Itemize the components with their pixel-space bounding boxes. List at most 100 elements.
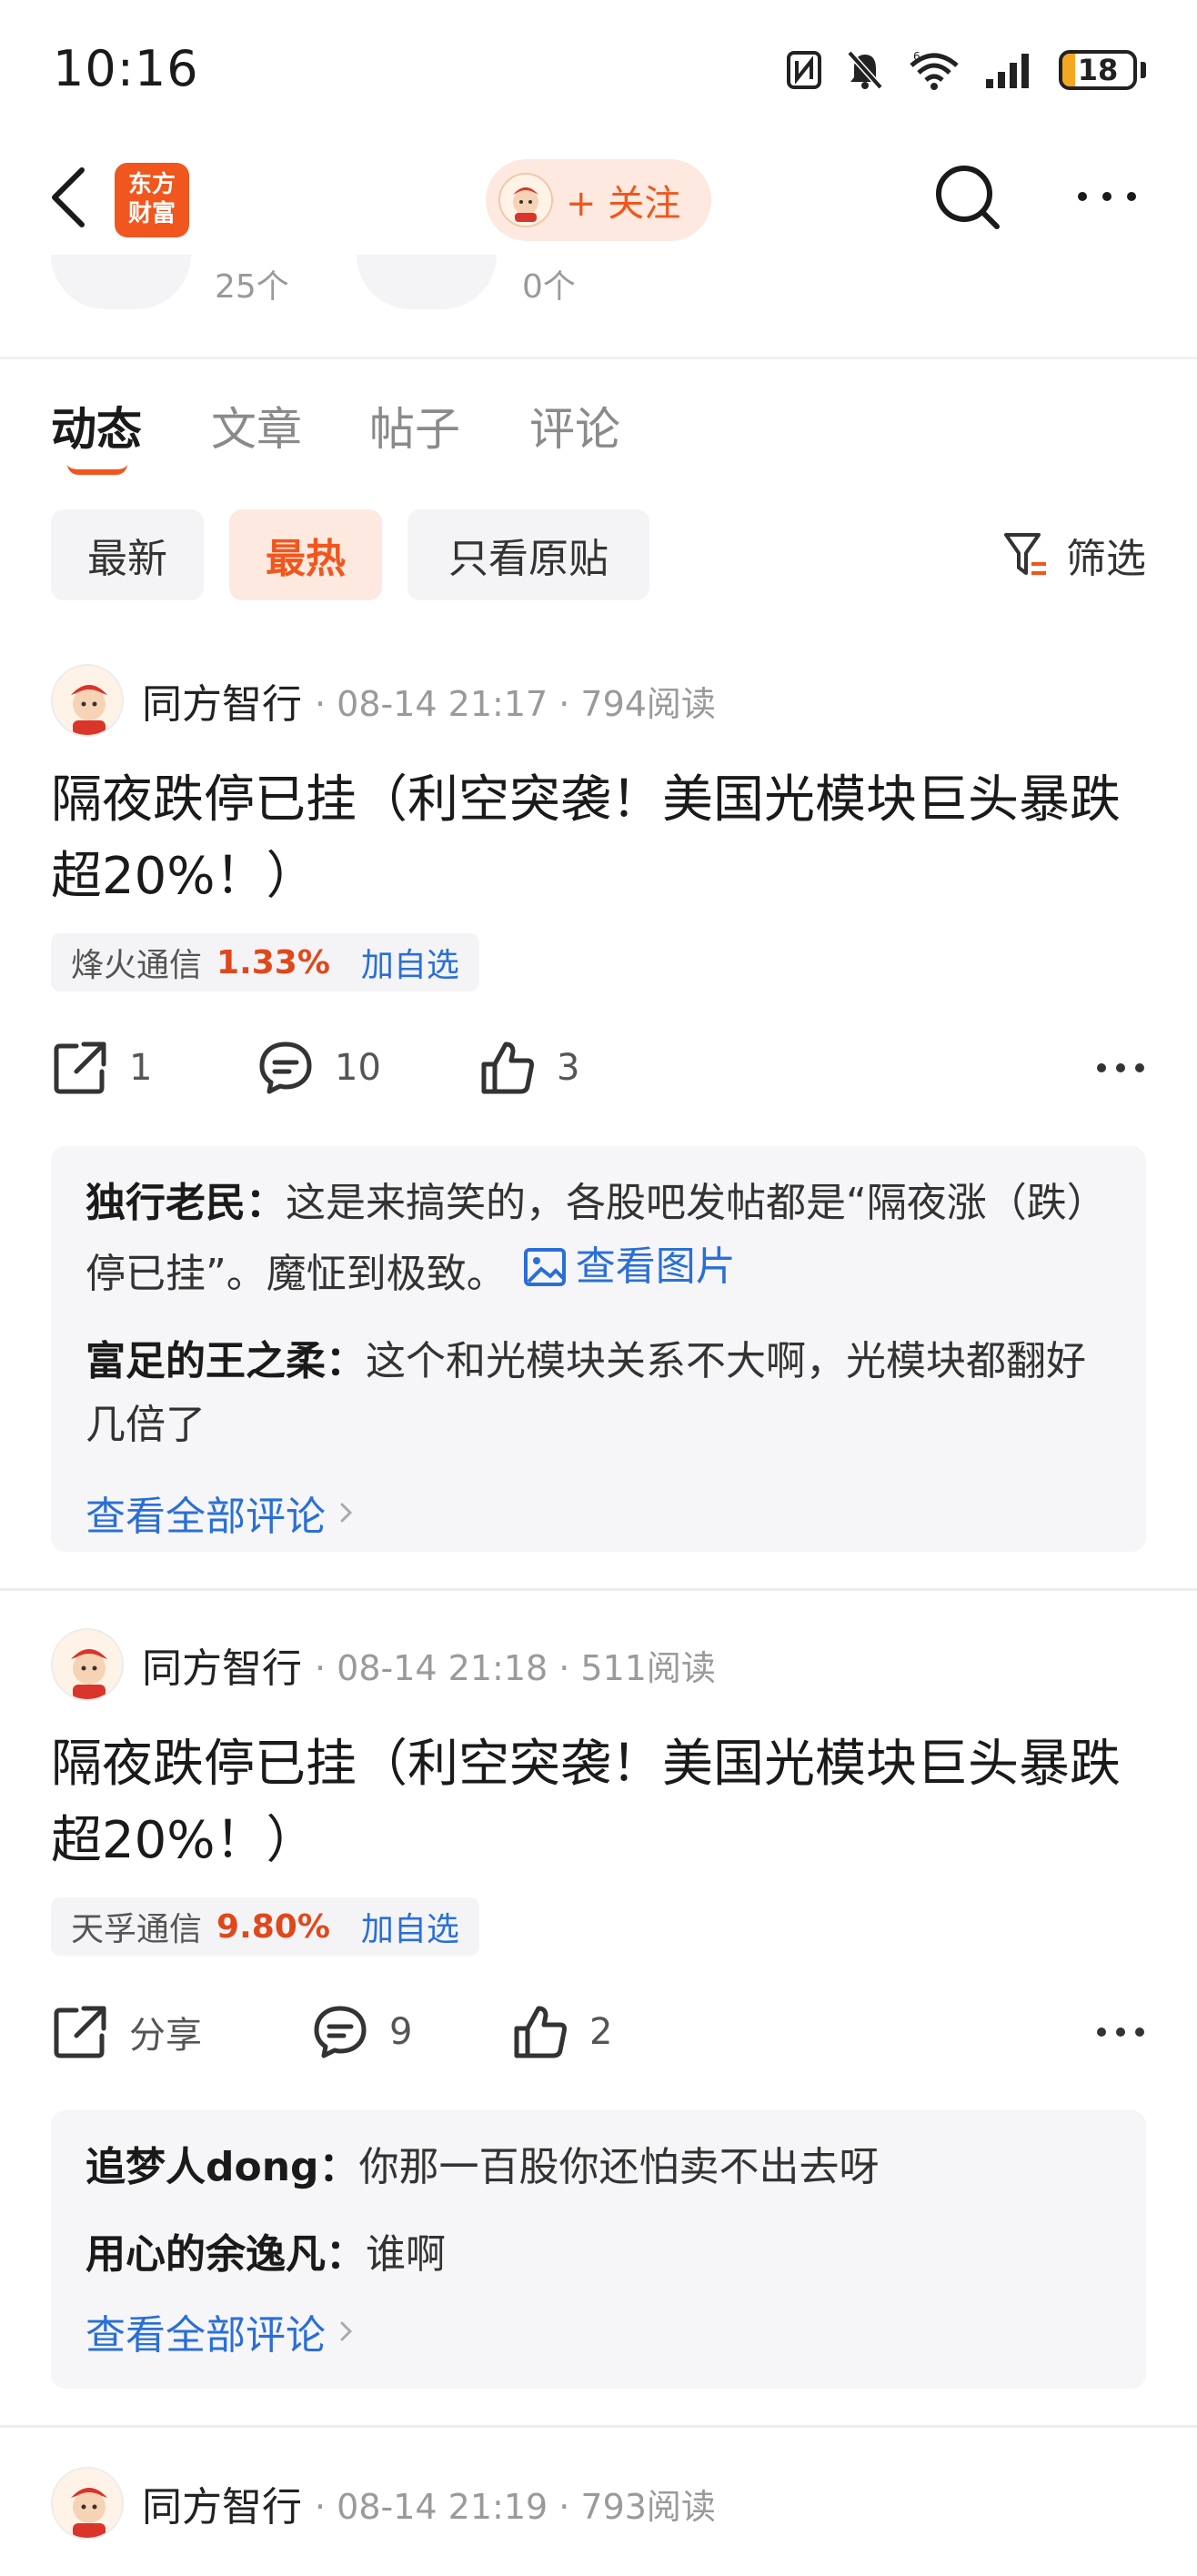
status-icons: 6 18 bbox=[786, 47, 1146, 93]
view-all-comments-link[interactable]: 查看全部评论 bbox=[86, 1481, 1112, 1545]
author-row: 同方智行 · 08-14 21:17 · 794阅读 bbox=[51, 664, 716, 737]
filter-funnel-icon bbox=[1004, 533, 1046, 575]
author-row: 同方智行 · 08-14 21:18 · 511阅读 bbox=[51, 1628, 716, 1701]
chip-hottest[interactable]: 最热 bbox=[229, 509, 382, 600]
search-icon bbox=[936, 166, 1000, 229]
tab-articles[interactable]: 文章 bbox=[211, 393, 302, 458]
add-watchlist-button[interactable]: 加自选 bbox=[361, 939, 459, 986]
post-divider bbox=[0, 1588, 1197, 1591]
follow-button[interactable]: + 关注 bbox=[486, 159, 711, 241]
tab-posts[interactable]: 帖子 bbox=[369, 393, 460, 458]
chevron-right-icon bbox=[340, 1503, 353, 1523]
post-actions: 1 10 3 bbox=[51, 1031, 1146, 1104]
share-label: 分享 bbox=[129, 2015, 202, 2057]
post-title[interactable]: 隔夜跌停已挂（利空突袭！美国光模块巨头暴跌超20%！） bbox=[51, 1726, 1152, 1879]
comment-user[interactable]: 独行老民： bbox=[86, 1180, 286, 1226]
comment-button[interactable]: 10 bbox=[256, 1031, 381, 1104]
tab-comments[interactable]: 评论 bbox=[529, 393, 620, 458]
logo-line1: 东方 bbox=[127, 171, 176, 198]
caishen-avatar-icon bbox=[71, 1649, 107, 1699]
thumbs-up-icon bbox=[514, 2006, 567, 2058]
author-row: 同方智行 · 08-14 21:19 · 793阅读 bbox=[51, 2467, 716, 2540]
post-meta: · 08-14 21:17 · 794阅读 bbox=[315, 683, 716, 724]
comment-user[interactable]: 追梦人dong： bbox=[86, 2144, 359, 2190]
share-button[interactable]: 1 bbox=[51, 1031, 152, 1104]
comment-item[interactable]: 独行老民：这是来搞笑的，各股吧发帖都是“隔夜涨（跌）停已挂”。魔怔到极致。 查看图… bbox=[86, 1172, 1112, 1306]
status-bar: 10:16 6 18 bbox=[0, 0, 1197, 136]
add-watchlist-button[interactable]: 加自选 bbox=[361, 1903, 459, 1950]
author-name[interactable]: 同方智行 bbox=[142, 1635, 302, 1694]
stock-change: 1.33% bbox=[216, 943, 330, 981]
nfc-icon bbox=[787, 51, 821, 89]
stock-tag[interactable]: 天孚通信 9.80% 加自选 bbox=[51, 1897, 479, 1956]
filter-button[interactable]: 筛选 bbox=[1002, 522, 1146, 588]
share-button[interactable]: 分享 bbox=[51, 1996, 202, 2068]
battery-level: 18 bbox=[1077, 53, 1119, 87]
profile-avatar-icon bbox=[498, 173, 553, 227]
follow-label: + 关注 bbox=[566, 183, 681, 225]
comment-count: 10 bbox=[335, 1047, 381, 1089]
stock-tag[interactable]: 烽火通信 1.33% 加自选 bbox=[51, 933, 479, 991]
search-button[interactable] bbox=[931, 161, 1004, 234]
comment-button[interactable]: 9 bbox=[311, 1996, 412, 2068]
profile-stats-row: 25个 0个 bbox=[0, 255, 1197, 355]
tab-dynamic[interactable]: 动态 bbox=[51, 393, 142, 458]
comment-count: 9 bbox=[389, 2011, 413, 2053]
post-more-icon[interactable] bbox=[1095, 1055, 1146, 1081]
more-button[interactable] bbox=[1073, 183, 1141, 210]
view-image-link[interactable]: 查看图片 bbox=[523, 1235, 736, 1299]
view-all-label: 查看全部评论 bbox=[86, 1494, 326, 1540]
view-image-label: 查看图片 bbox=[575, 1243, 736, 1290]
post-card[interactable]: 同方智行 · 08-14 21:18 · 511阅读 隔夜跌停已挂（利空突袭！美… bbox=[0, 1628, 1197, 2410]
comments-preview: 独行老民：这是来搞笑的，各股吧发帖都是“隔夜涨（跌）停已挂”。魔怔到极致。 查看图… bbox=[51, 1146, 1146, 1552]
stat-count-left: 25个 bbox=[215, 268, 289, 306]
stat-pill-left[interactable] bbox=[51, 255, 191, 309]
comment-icon bbox=[259, 1041, 312, 1094]
comments-preview: 追梦人dong：你那一百股你还怕卖不出去呀 用心的余逸凡：谁啊 查看全部评论 bbox=[51, 2110, 1146, 2389]
post-more-icon[interactable] bbox=[1095, 2019, 1146, 2045]
author-avatar[interactable] bbox=[51, 2467, 124, 2540]
filter-row: 最新 最热 只看原贴 筛选 bbox=[0, 509, 1197, 600]
author-name[interactable]: 同方智行 bbox=[142, 671, 302, 730]
image-icon bbox=[523, 1248, 566, 1286]
chip-original-only[interactable]: 只看原贴 bbox=[407, 509, 649, 600]
back-button[interactable] bbox=[44, 161, 98, 234]
app-logo: 东方 财富 bbox=[115, 163, 189, 237]
author-avatar[interactable] bbox=[51, 664, 124, 737]
more-dots-icon bbox=[1078, 192, 1136, 201]
like-button[interactable]: 2 bbox=[511, 1996, 612, 2068]
comment-item[interactable]: 用心的余逸凡：谁啊 bbox=[86, 2223, 1112, 2287]
active-tab-indicator bbox=[67, 464, 127, 475]
filter-label: 筛选 bbox=[1066, 536, 1146, 582]
caishen-avatar-icon bbox=[71, 685, 107, 735]
thumbs-up-icon bbox=[481, 1041, 534, 1094]
divider bbox=[0, 357, 1197, 359]
svg-text:6: 6 bbox=[913, 50, 920, 63]
comment-user[interactable]: 富足的王之柔： bbox=[86, 1338, 366, 1384]
status-time: 10:16 bbox=[53, 40, 199, 97]
post-title[interactable]: 隔夜跌停已挂（利空突袭！美国光模块巨头暴跌超20%！） bbox=[51, 762, 1152, 915]
logo-line2: 财富 bbox=[127, 200, 176, 227]
mute-bell-icon bbox=[847, 50, 883, 90]
comment-user[interactable]: 用心的余逸凡： bbox=[86, 2231, 366, 2278]
comment-icon bbox=[314, 2006, 367, 2058]
post-card[interactable]: 同方智行 · 08-14 21:17 · 794阅读 隔夜跌停已挂（利空突袭！美… bbox=[0, 664, 1197, 1574]
like-button[interactable]: 3 bbox=[478, 1031, 579, 1104]
post-card[interactable]: 同方智行 · 08-14 21:19 · 793阅读 bbox=[0, 2467, 1197, 2558]
share-icon bbox=[54, 2006, 106, 2058]
comment-item[interactable]: 追梦人dong：你那一百股你还怕卖不出去呀 bbox=[86, 2136, 1112, 2199]
caishen-avatar-icon bbox=[71, 2488, 107, 2538]
view-all-label: 查看全部评论 bbox=[86, 2312, 326, 2359]
stat-pill-right[interactable] bbox=[357, 255, 497, 309]
chevron-right-icon bbox=[340, 2321, 353, 2341]
view-all-comments-link[interactable]: 查看全部评论 bbox=[86, 2299, 1112, 2363]
battery-nub bbox=[1141, 62, 1146, 78]
author-name[interactable]: 同方智行 bbox=[142, 2474, 302, 2532]
comment-item[interactable]: 富足的王之柔：这个和光模块关系不大啊，光模块都翻好几倍了 bbox=[86, 1330, 1112, 1457]
post-actions: 分享 9 2 bbox=[51, 1996, 1146, 2068]
header: 东方 财富 + 关注 bbox=[0, 150, 1197, 250]
stat-count-right: 0个 bbox=[522, 268, 576, 306]
author-avatar[interactable] bbox=[51, 1628, 124, 1701]
back-arrow-icon bbox=[52, 167, 85, 227]
chip-latest[interactable]: 最新 bbox=[51, 509, 204, 600]
